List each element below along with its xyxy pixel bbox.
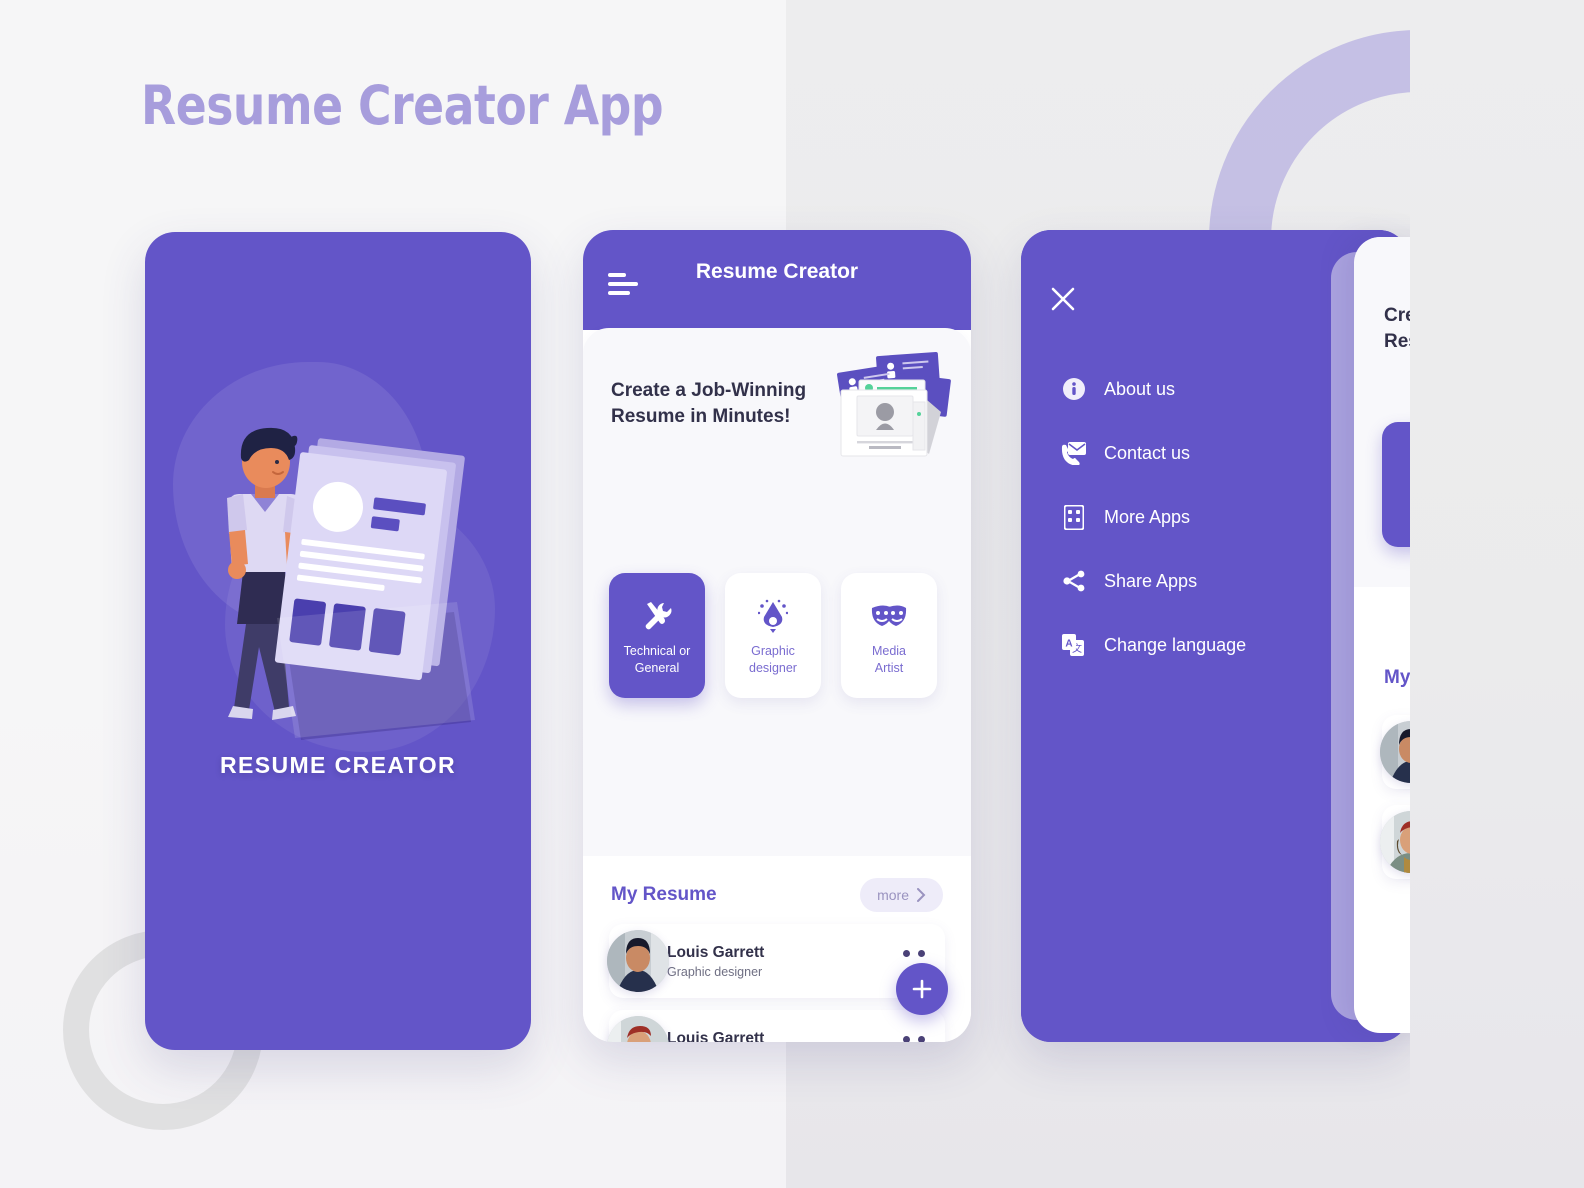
stacked-resume-cards-illustration bbox=[837, 352, 951, 457]
app-bar-title: Resume Creator bbox=[695, 260, 859, 283]
drawer-item-label: About us bbox=[1104, 378, 1176, 399]
hero-heading: Create a Job-Winning Resume in Minutes! bbox=[611, 378, 811, 430]
drawer-item-about-us[interactable]: About us bbox=[1061, 368, 1361, 410]
apps-grid-icon bbox=[1061, 504, 1087, 530]
drawer-item-share-apps[interactable]: Share Apps bbox=[1061, 560, 1361, 602]
hero-card: Create a Job-Winning Resume in Minutes! bbox=[583, 328, 971, 856]
more-button[interactable]: more bbox=[860, 878, 943, 912]
home-screen: Resume Creator Create a Job-Winning Resu… bbox=[583, 230, 971, 1042]
theater-masks-icon bbox=[870, 595, 908, 637]
drawer-item-label: Contact us bbox=[1104, 442, 1191, 463]
app-bar: Resume Creator bbox=[583, 230, 971, 330]
splash-screen: RESUME CREATOR bbox=[145, 232, 531, 1050]
svg-text:A: A bbox=[1065, 639, 1072, 650]
avatar bbox=[607, 930, 669, 992]
resume-role: Graphic designer bbox=[667, 964, 763, 979]
drawer-item-label: More Apps bbox=[1104, 506, 1191, 527]
category-label-line2: Artist bbox=[874, 660, 904, 675]
info-circle-icon bbox=[1061, 376, 1087, 402]
table-row[interactable]: Louis Garrett Graphic designer bbox=[607, 924, 945, 998]
page-title: Resume Creator App bbox=[141, 74, 664, 137]
share-nodes-icon bbox=[1061, 568, 1087, 594]
chevron-right-icon bbox=[917, 888, 926, 902]
hero-heading-line1: Create a Job-Winning bbox=[611, 380, 807, 401]
two-dots-menu-icon[interactable] bbox=[903, 1036, 925, 1042]
drawer-item-contact-us[interactable]: Contact us bbox=[1061, 432, 1361, 474]
plus-icon bbox=[912, 979, 932, 999]
drawer-item-change-language[interactable]: 文 A Change language bbox=[1061, 624, 1361, 666]
hero-heading-line2: Resume in Minutes! bbox=[611, 406, 791, 428]
resume-name: Louis Garrett bbox=[667, 943, 765, 961]
two-dots-menu-icon[interactable] bbox=[903, 950, 925, 957]
resume-name: Louis Garrett bbox=[667, 1029, 765, 1043]
splash-caption: RESUME CREATOR bbox=[220, 752, 456, 778]
drawer-item-more-apps[interactable]: More Apps bbox=[1061, 496, 1361, 538]
drawer-item-label: Share Apps bbox=[1104, 570, 1198, 591]
avatar bbox=[607, 1016, 669, 1042]
more-button-label: more bbox=[877, 887, 909, 903]
peek-list-title: My bbox=[1384, 667, 1411, 688]
my-resume-title: My Resume bbox=[611, 884, 717, 905]
category-label: Graphic designer bbox=[749, 643, 797, 677]
pen-nib-icon bbox=[758, 595, 788, 637]
category-label-line1: Media bbox=[871, 643, 907, 658]
category-row: Technical or General Graphic designer Me… bbox=[609, 573, 945, 698]
drawer-screen: About us Contact us More Apps Share Apps… bbox=[1021, 230, 1474, 1042]
category-card-media-artist[interactable]: Media Artist bbox=[841, 573, 937, 698]
my-resume-section: My Resume more Louis Garrett Graphic des… bbox=[583, 856, 971, 1042]
person-with-resume-document-illustration bbox=[227, 427, 475, 740]
category-label-line2: designer bbox=[749, 660, 797, 675]
category-label-line1: Graphic bbox=[751, 643, 795, 658]
category-label-line1: Technical or bbox=[623, 643, 691, 658]
close-x-icon[interactable] bbox=[1049, 285, 1077, 313]
add-resume-fab[interactable] bbox=[896, 963, 948, 1015]
envelope-phone-icon bbox=[1061, 440, 1087, 466]
table-row[interactable]: Louis Garrett Computer Engineer bbox=[607, 1010, 945, 1043]
category-card-technical[interactable]: Technical or General bbox=[609, 573, 705, 698]
drawer-item-label: Change language bbox=[1104, 634, 1247, 655]
category-card-graphic-designer[interactable]: Graphic designer bbox=[725, 573, 821, 698]
canvas-right-edge bbox=[1410, 0, 1584, 1188]
drawer-menu: About us Contact us More Apps Share Apps… bbox=[1061, 368, 1361, 688]
category-label-line2: General bbox=[634, 660, 680, 675]
translate-language-icon: 文 A bbox=[1061, 632, 1087, 658]
category-label: Technical or General bbox=[624, 643, 691, 677]
screwdriver-wrench-icon bbox=[640, 595, 674, 637]
category-label: Media Artist bbox=[872, 643, 906, 677]
